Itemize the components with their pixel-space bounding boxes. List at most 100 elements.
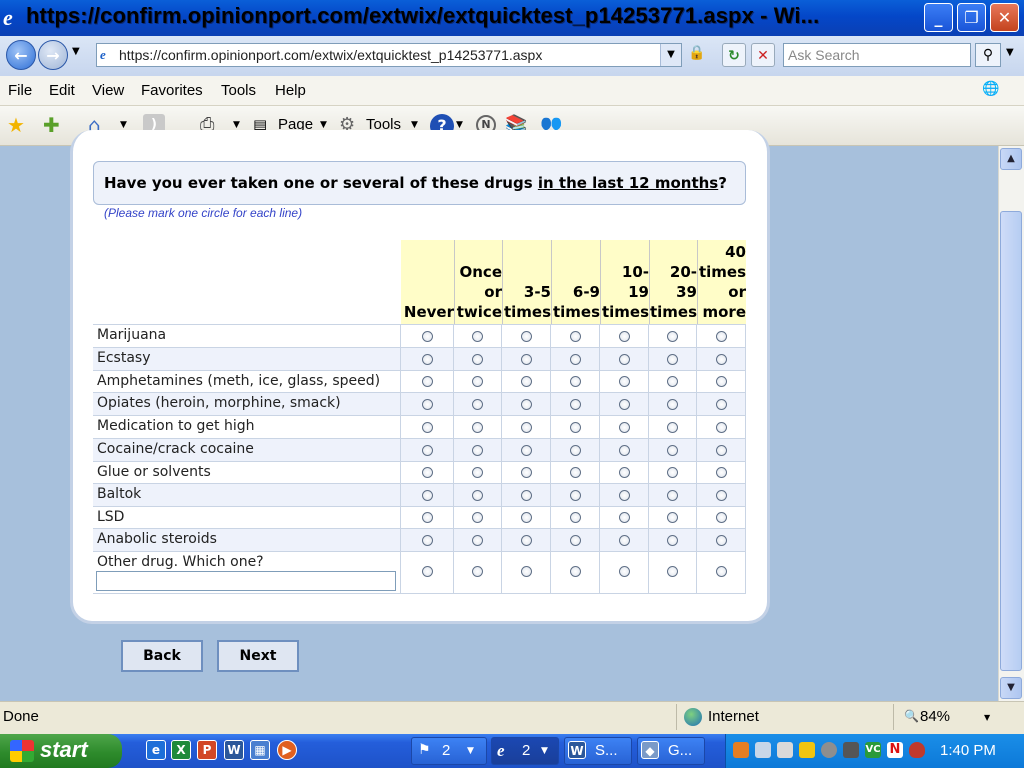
menu-help[interactable]: Help [275,82,306,99]
favorites-star-icon[interactable]: ★ [7,113,25,137]
radio-button[interactable] [520,330,532,342]
radio-button[interactable] [421,421,433,433]
ie-quicklaunch-icon[interactable]: e [146,740,166,760]
radio-button[interactable] [569,376,581,387]
address-input[interactable]: https://confirm.opinionport.com/extwix/e… [96,43,682,67]
radio-button[interactable] [520,566,532,577]
radio-button[interactable] [472,467,483,478]
radio-button[interactable] [421,489,433,501]
minimize-button[interactable]: _ [924,3,953,32]
zoom-level[interactable]: 84% [920,708,950,725]
radio-button[interactable] [715,534,727,546]
excel-icon[interactable]: X [171,740,191,760]
radio-button[interactable] [667,398,678,410]
radio-button[interactable] [472,489,483,501]
radio-button[interactable] [472,376,483,387]
radio-button[interactable] [421,398,433,410]
help-dropdown-icon[interactable]: ▼ [456,120,463,130]
radio-button[interactable] [618,421,630,433]
radio-button[interactable] [472,566,483,577]
media-player-icon[interactable]: ▶ [277,740,297,760]
radio-button[interactable] [618,489,630,501]
tray-vc-icon[interactable]: VC [865,742,881,758]
radio-button[interactable] [618,566,630,577]
search-icon[interactable]: ⚲ [975,43,1001,67]
radio-button[interactable] [667,467,678,478]
radio-button[interactable] [667,512,678,523]
radio-button[interactable] [421,534,433,546]
back-button[interactable]: Back [121,640,203,672]
radio-button[interactable] [569,467,581,478]
tray-alert-icon[interactable] [909,742,925,758]
radio-button[interactable] [520,489,532,501]
radio-button[interactable] [421,566,433,577]
history-dropdown-icon[interactable]: ▼ [72,46,80,57]
radio-button[interactable] [667,534,678,546]
radio-button[interactable] [472,398,483,410]
radio-button[interactable] [715,512,727,523]
radio-button[interactable] [667,489,678,501]
add-favorite-icon[interactable]: ✚ [43,113,60,137]
radio-button[interactable] [472,512,483,523]
stop-icon[interactable]: ✕ [751,43,775,67]
tools-dropdown-icon[interactable]: ▼ [411,120,418,130]
radio-button[interactable] [618,512,630,523]
powerpoint-icon[interactable]: P [197,740,217,760]
radio-button[interactable] [715,444,727,456]
page-dropdown-icon[interactable]: ▼ [320,120,327,130]
task-dropdown-icon[interactable]: ▼ [541,746,548,756]
scroll-thumb[interactable] [1000,211,1022,671]
radio-button[interactable] [472,444,483,456]
radio-button[interactable] [715,421,727,433]
tray-app-icon[interactable] [733,742,749,758]
radio-button[interactable] [618,444,630,456]
search-options-icon[interactable]: ▼ [1006,47,1014,58]
menu-favorites[interactable]: Favorites [141,82,203,99]
home-dropdown-icon[interactable]: ▼ [120,120,127,130]
radio-button[interactable] [618,467,630,478]
tray-norton-icon[interactable]: N [887,742,903,758]
radio-button[interactable] [520,398,532,410]
desktop-icon[interactable]: ▦ [250,740,270,760]
radio-button[interactable] [569,444,581,456]
radio-button[interactable] [421,353,433,365]
radio-button[interactable] [569,398,581,410]
task-dropdown-icon[interactable]: ▼ [467,746,474,756]
radio-button[interactable] [667,444,678,456]
scroll-up-icon[interactable]: ▲ [1000,148,1022,170]
radio-button[interactable] [520,444,532,456]
radio-button[interactable] [715,376,727,387]
radio-button[interactable] [520,467,532,478]
radio-button[interactable] [569,330,581,342]
radio-button[interactable] [569,353,581,365]
tray-shield-icon[interactable] [821,742,837,758]
radio-button[interactable] [472,534,483,546]
menu-tools[interactable]: Tools [221,82,256,99]
next-button[interactable]: Next [217,640,299,672]
tray-device-icon[interactable] [843,742,859,758]
close-button[interactable]: ✕ [990,3,1019,32]
menu-edit[interactable]: Edit [49,82,75,99]
lock-icon[interactable]: 🔒 [688,45,706,65]
radio-button[interactable] [618,398,630,410]
security-zone[interactable]: Internet [708,708,759,725]
radio-button[interactable] [421,467,433,478]
radio-button[interactable] [715,566,727,577]
radio-button[interactable] [472,421,483,433]
translate-icon[interactable]: 🌐 [982,81,1002,101]
radio-button[interactable] [421,512,433,523]
maximize-button[interactable]: ❐ [957,3,986,32]
radio-button[interactable] [569,534,581,546]
radio-button[interactable] [618,376,630,387]
radio-button[interactable] [520,512,532,523]
search-input[interactable]: Ask Search [783,43,971,67]
radio-button[interactable] [569,489,581,501]
radio-button[interactable] [520,353,532,365]
radio-button[interactable] [715,353,727,365]
radio-button[interactable] [472,330,483,342]
radio-button[interactable] [520,376,532,387]
print-dropdown-icon[interactable]: ▼ [233,120,240,130]
zoom-dropdown-icon[interactable]: ▼ [984,713,990,722]
menu-view[interactable]: View [92,82,124,99]
radio-button[interactable] [569,421,581,433]
